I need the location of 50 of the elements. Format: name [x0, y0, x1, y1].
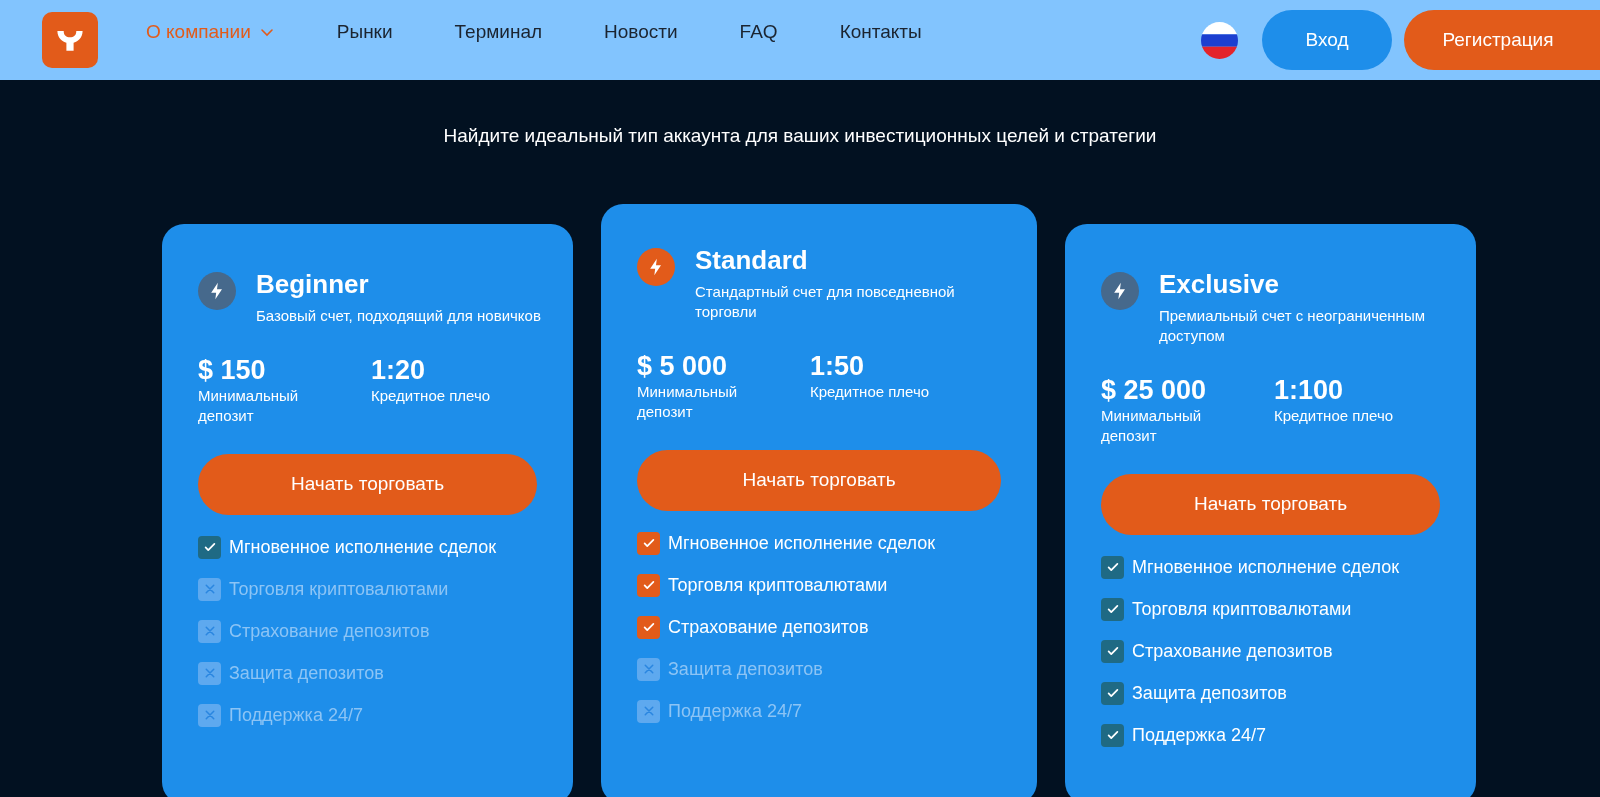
feature-label: Страхование депозитов [229, 619, 430, 643]
lightning-icon [198, 271, 236, 310]
register-button[interactable]: Регистрация [1404, 10, 1600, 70]
feature-label: Страхование депозитов [1132, 639, 1333, 663]
feature-label: Защита депозитов [668, 657, 823, 681]
leverage-value: 1:50 [810, 349, 866, 382]
nav-link[interactable]: Контакты [839, 17, 922, 47]
leverage-value: 1:100 [1274, 373, 1345, 406]
feature-label: Мгновенное исполнение сделок [668, 531, 936, 555]
leverage-value: 1:20 [371, 353, 427, 386]
lightning-icon [1101, 271, 1139, 310]
feature-label: Мгновенное исполнение сделок [229, 535, 497, 559]
plan-description: Премиальный счет с неограниченным доступом [1159, 305, 1426, 346]
deposit-label: Минимальный депозит [198, 385, 300, 426]
lightning-icon [637, 247, 675, 286]
leverage-label: Кредитное плечо [810, 381, 930, 402]
deposit-label: Минимальный депозит [1101, 405, 1203, 446]
login-button[interactable]: Вход [1262, 10, 1392, 70]
plan-name: Beginner [256, 267, 370, 300]
feature-label: Защита депозитов [1132, 681, 1287, 705]
feature-label: Торговля криптовалютами [229, 577, 449, 601]
leverage-label: Кредитное плечо [371, 385, 491, 406]
plan-name: Standard [695, 243, 809, 276]
feature-label: Поддержка 24/7 [1132, 723, 1266, 747]
feature-label: Торговля криптовалютами [668, 573, 888, 597]
feature-label: Страхование депозитов [668, 615, 869, 639]
start-trading-button[interactable]: Начать торговать [198, 453, 537, 515]
leverage-label: Кредитное плечо [1274, 405, 1394, 426]
start-trading-button[interactable]: Начать торговать [637, 449, 1001, 511]
feature-label: Мгновенное исполнение сделок [1132, 555, 1400, 579]
russian-flag-icon[interactable] [1201, 21, 1238, 59]
plan-description: Стандартный счет для повседневной торговли [695, 281, 956, 322]
nav-link[interactable]: О компании [146, 17, 275, 47]
plan-description: Базовый счет, подходящий для новичков [256, 305, 542, 326]
nav-link[interactable]: Рынки [336, 17, 393, 47]
deposit-label: Минимальный депозит [637, 381, 739, 422]
nav-link[interactable]: Новости [604, 17, 678, 47]
plan-name: Exclusive [1159, 267, 1280, 300]
nav-link[interactable]: FAQ [739, 17, 778, 47]
deposit-value: $ 150 [198, 353, 267, 386]
nav-link[interactable]: Терминал [454, 17, 543, 47]
feature-label: Защита депозитов [229, 661, 384, 685]
section-subtitle: Найдите идеальный тип аккаунта для ваших инвестиционных целей и стратегии [442, 124, 1158, 148]
logo-icon [42, 12, 98, 68]
deposit-value: $ 25 000 [1101, 373, 1208, 406]
feature-label: Торговля криптовалютами [1132, 597, 1352, 621]
feature-label: Поддержка 24/7 [668, 699, 802, 723]
start-trading-button[interactable]: Начать торговать [1101, 473, 1440, 535]
deposit-value: $ 5 000 [637, 349, 729, 382]
feature-label: Поддержка 24/7 [229, 703, 363, 727]
